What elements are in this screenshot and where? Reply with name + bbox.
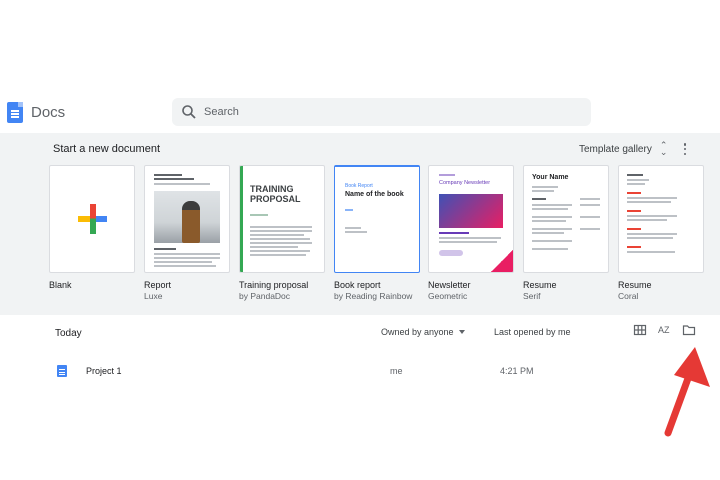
- template-subtitle: Serif: [523, 291, 541, 301]
- sort-by-last-opened[interactable]: Last opened by me: [494, 327, 571, 337]
- template-thumbnail[interactable]: Your Name: [523, 165, 609, 273]
- template-report-luxe[interactable]: Report Luxe: [144, 165, 230, 301]
- app-title[interactable]: Docs: [31, 104, 65, 121]
- report-photo: [154, 191, 220, 243]
- annotation-arrow-icon: [664, 347, 710, 437]
- template-resume-coral[interactable]: Resume Coral: [618, 165, 704, 301]
- template-training-proposal[interactable]: TRAINING PROPOSAL Training proposal by Pa…: [239, 165, 325, 301]
- template-subtitle: Geometric: [428, 291, 468, 301]
- search-bar[interactable]: [172, 98, 591, 126]
- template-name: Resume: [523, 280, 557, 290]
- more-options-icon[interactable]: [680, 142, 690, 156]
- owner-filter-dropdown[interactable]: Owned by anyone: [381, 327, 465, 337]
- list-view-icon[interactable]: [633, 323, 647, 337]
- owner-filter-label: Owned by anyone: [381, 327, 454, 337]
- newsletter-image: [439, 194, 503, 228]
- template-subtitle: by PandaDoc: [239, 291, 291, 301]
- template-name: Resume: [618, 280, 652, 290]
- docs-file-icon: [57, 365, 67, 377]
- newsletter-title: Company Newsletter: [439, 180, 491, 186]
- document-owner: me: [390, 366, 403, 376]
- template-name: Newsletter: [428, 280, 471, 290]
- template-blank[interactable]: Blank: [49, 165, 135, 290]
- template-thumbnail[interactable]: [618, 165, 704, 273]
- template-thumbnail[interactable]: Company Newsletter: [428, 165, 514, 273]
- template-newsletter[interactable]: Company Newsletter Newsletter Geometric: [428, 165, 514, 301]
- template-subtitle: by Reading Rainbow: [334, 291, 413, 301]
- template-name: Training proposal: [239, 280, 309, 290]
- template-thumbnail[interactable]: Book Report Name of the book: [334, 165, 420, 273]
- template-thumbnail[interactable]: [144, 165, 230, 273]
- start-new-document-heading: Start a new document: [53, 143, 161, 155]
- search-icon[interactable]: [181, 104, 197, 120]
- sort-az-icon[interactable]: AZ: [658, 323, 672, 337]
- template-gallery-button[interactable]: Template gallery ⌃ ⌄: [579, 140, 668, 157]
- template-subtitle: Coral: [618, 291, 639, 301]
- template-name: Blank: [49, 280, 72, 290]
- template-subtitle: Luxe: [144, 291, 163, 301]
- search-input[interactable]: [204, 98, 574, 126]
- book-report-label: Book Report: [345, 183, 373, 189]
- template-gallery-label: Template gallery: [579, 143, 652, 155]
- template-thumbnail[interactable]: [49, 165, 135, 273]
- template-book-report[interactable]: Book Report Name of the book Book report…: [334, 165, 420, 301]
- app-header: Docs: [0, 90, 720, 134]
- docs-logo-icon[interactable]: [7, 102, 23, 123]
- document-last-opened: 4:21 PM: [500, 366, 534, 376]
- document-name[interactable]: Project 1: [86, 366, 122, 376]
- recent-group-label: Today: [55, 328, 82, 339]
- resume-name: Your Name: [532, 174, 569, 181]
- template-name: Report: [144, 280, 172, 290]
- unfold-icon: ⌃ ⌄: [659, 140, 668, 157]
- template-name: Book report: [334, 280, 381, 290]
- book-report-title: Name of the book: [345, 191, 404, 198]
- training-proposal-heading: TRAINING PROPOSAL: [250, 184, 301, 204]
- folder-picker-icon[interactable]: [682, 323, 696, 337]
- template-thumbnail[interactable]: TRAINING PROPOSAL: [239, 165, 325, 273]
- dropdown-caret-icon: [458, 330, 465, 334]
- template-section: Start a new document Template gallery ⌃ ⌄…: [0, 133, 720, 315]
- document-row[interactable]: Project 1 me 4:21 PM: [0, 360, 720, 382]
- template-resume-serif[interactable]: Your Name Resume Serif: [523, 165, 609, 301]
